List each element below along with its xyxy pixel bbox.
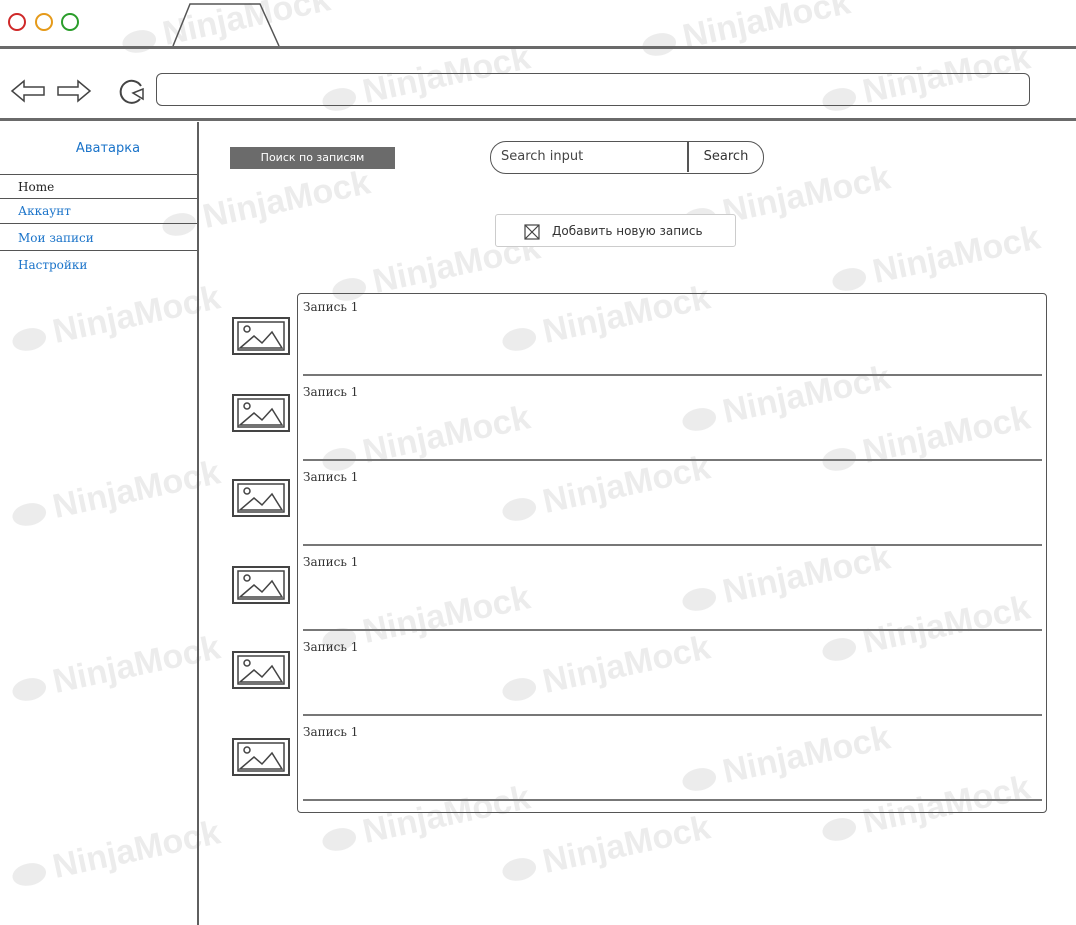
image-placeholder-icon: [524, 224, 540, 240]
record-title[interactable]: Запись 1: [303, 640, 358, 654]
arrow-right-icon[interactable]: [56, 79, 92, 103]
watermark: NinjaMock: [8, 628, 224, 710]
sidebar-item-label: Настройки: [18, 258, 88, 272]
sidebar-item-account[interactable]: Аккаунт: [0, 199, 197, 224]
add-record-button[interactable]: Добавить новую запись: [495, 214, 736, 247]
record-title[interactable]: Запись 1: [303, 385, 358, 399]
records-list: [297, 293, 1047, 813]
watermark: NinjaMock: [8, 813, 224, 895]
row-divider: [303, 714, 1042, 716]
row-divider: [303, 459, 1042, 461]
record-title[interactable]: Запись 1: [303, 470, 358, 484]
watermark: NinjaMock: [8, 453, 224, 535]
image-icon: [232, 479, 290, 517]
watermark: NinjaMock: [828, 218, 1044, 300]
row-divider: [303, 374, 1042, 376]
toolbar-divider: [0, 118, 1076, 121]
image-icon: [232, 317, 290, 355]
sidebar-divider: [197, 122, 199, 925]
record-title[interactable]: Запись 1: [303, 725, 358, 739]
row-divider: [303, 544, 1042, 546]
row-divider: [303, 799, 1042, 801]
reload-icon[interactable]: [116, 77, 148, 107]
address-bar[interactable]: [156, 73, 1030, 106]
add-record-label: Добавить новую запись: [552, 224, 703, 238]
avatar-label: Аватарка: [75, 141, 141, 156]
window-minimize-button[interactable]: [35, 13, 53, 31]
watermark: NinjaMock: [498, 808, 714, 890]
arrow-left-icon[interactable]: [10, 79, 46, 103]
watermark: NinjaMock: [8, 278, 224, 360]
image-icon: [232, 394, 290, 432]
sidebar-item-label: Home: [18, 180, 55, 194]
search-box: Search input Search: [490, 141, 764, 174]
record-title[interactable]: Запись 1: [303, 300, 358, 314]
search-input[interactable]: Search input: [501, 142, 677, 172]
tabbar-divider: [0, 46, 1076, 49]
browser-tab[interactable]: [172, 2, 280, 46]
search-button[interactable]: Search: [689, 142, 763, 172]
record-title[interactable]: Запись 1: [303, 555, 358, 569]
image-icon: [232, 738, 290, 776]
image-icon: [232, 651, 290, 689]
sidebar-item-label: Аккаунт: [18, 204, 71, 218]
watermark: NinjaMock: [638, 0, 854, 66]
sidebar-item-home[interactable]: Home: [0, 174, 197, 199]
image-icon: [232, 566, 290, 604]
sidebar-item-settings[interactable]: Настройки: [0, 253, 197, 278]
search-records-button[interactable]: Поиск по записям: [230, 147, 395, 169]
sidebar-item-label: Мои записи: [18, 231, 94, 245]
sidebar-item-my-records[interactable]: Мои записи: [0, 226, 197, 251]
window-maximize-button[interactable]: [61, 13, 79, 31]
row-divider: [303, 629, 1042, 631]
window-close-button[interactable]: [8, 13, 26, 31]
